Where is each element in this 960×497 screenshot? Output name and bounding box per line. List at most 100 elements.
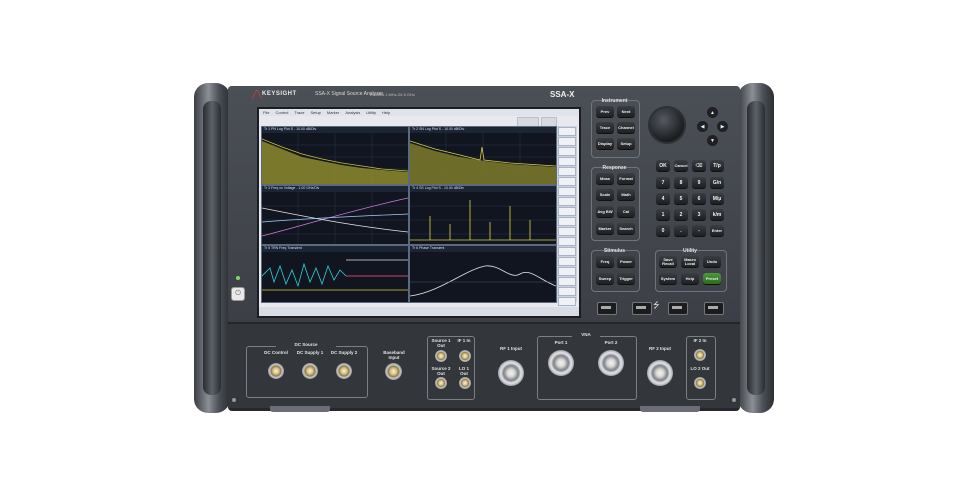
undo-button[interactable]: Undo [703,256,721,267]
arrow-left-icon[interactable]: ◀ [697,121,708,132]
save-recall-button[interactable]: Save Recall [659,256,677,267]
menu-item[interactable]: Trace [294,110,304,115]
power-button[interactable]: ⏻ [231,287,245,301]
preset-button[interactable]: Preset [703,273,721,284]
menu-item[interactable]: Help [382,110,390,115]
cal-button[interactable]: Cal [617,206,635,217]
backspace-key[interactable]: ⌫ [692,160,706,171]
softkey[interactable] [558,157,576,166]
rotary-knob[interactable] [650,108,684,142]
lo1-out-connector[interactable] [459,377,471,389]
trace-plot-3[interactable]: Tr 3 Freq vs Voltage - 1.00 GHz/Div [261,185,409,245]
key-7[interactable]: 7 [656,177,670,188]
format-button[interactable]: Format [617,173,635,184]
softkey[interactable] [558,257,576,266]
rf2-input-connector[interactable] [647,360,673,386]
marker-button[interactable]: Marker [596,223,614,234]
trace-plot-2[interactable]: Tr 2 SN Log Plot S - 10.00 dB/Div [409,126,557,185]
mega-micro-key[interactable]: M/μ [710,193,724,204]
sweep-button[interactable]: Sweep [596,273,614,284]
macro-local-button[interactable]: Macro Local [681,256,699,267]
display-button[interactable]: Display [596,138,614,149]
key-8[interactable]: 8 [674,177,688,188]
softkey[interactable] [558,287,576,296]
key-1[interactable]: 1 [656,209,670,220]
menu-item[interactable]: Marker [327,110,339,115]
source1-out-connector[interactable] [435,350,447,362]
enter-key[interactable]: Enter [710,225,724,236]
softkey[interactable] [558,207,576,216]
source2-out-connector[interactable] [435,377,447,389]
usb-port[interactable] [597,302,617,315]
softkey[interactable] [558,227,576,236]
softkey[interactable] [558,297,576,306]
key-3[interactable]: 3 [692,209,706,220]
menu-item[interactable]: Utility [366,110,376,115]
softkey[interactable] [558,247,576,256]
usb-port[interactable] [704,302,724,315]
arrow-right-icon[interactable]: ▶ [717,121,728,132]
key-5[interactable]: 5 [674,193,688,204]
trace-plot-6[interactable]: Tr 6 Phase Transient [409,245,557,303]
softkey[interactable] [558,147,576,156]
menu-item[interactable]: File [263,110,269,115]
trace-plot-5[interactable]: Tr 5 TRN Freq Transient [261,245,409,303]
usb-port[interactable] [632,302,652,315]
trigger-button[interactable]: Trigger [617,273,635,284]
key-4[interactable]: 4 [656,193,670,204]
search-button[interactable]: Search [617,223,635,234]
port1-connector[interactable] [548,350,574,376]
arrow-up-icon[interactable]: ▲ [707,107,718,118]
softkey[interactable] [558,267,576,276]
kilo-milli-key[interactable]: k/m [710,209,724,220]
key-6[interactable]: 6 [692,193,706,204]
usb-port[interactable] [668,302,688,315]
scale-button[interactable]: Scale [596,189,614,200]
softkey[interactable] [558,197,576,206]
softkey[interactable] [558,277,576,286]
key-2[interactable]: 2 [674,209,688,220]
setup-button[interactable]: Setup [617,138,635,149]
avg-bw-button[interactable]: Avg BW [596,206,614,217]
touch-screen[interactable]: File Control Trace Setup Marker Analysis… [257,107,581,318]
cancel-key[interactable]: Cancel [674,160,688,171]
minus-key[interactable]: - [692,225,706,236]
trace-plot-4[interactable]: Tr 4 SS Log Plot S - 10.00 dB/Div [409,185,557,245]
softkey[interactable] [558,177,576,186]
key-0[interactable]: 0 [656,225,670,236]
channel-button[interactable]: Channel [617,122,635,133]
lo2-out-connector[interactable] [694,377,706,389]
softkey[interactable] [558,187,576,196]
softkey[interactable] [558,167,576,176]
softkey[interactable] [558,217,576,226]
trace-plot-1[interactable]: Tr 1 PN Log Plot S - 10.00 dB/Div [261,126,409,185]
meas-button[interactable]: Meas [596,173,614,184]
freq-button[interactable]: Freq [596,256,614,267]
rf1-input-connector[interactable] [498,360,524,386]
key-9[interactable]: 9 [692,177,706,188]
dc-control-connector[interactable] [268,363,284,379]
tera-pico-key[interactable]: T/p [710,160,724,171]
softkey[interactable] [558,127,576,136]
next-button[interactable]: Next [617,106,635,117]
if2-in-connector[interactable] [694,349,706,361]
power-level-button[interactable]: Power [617,256,635,267]
help-button[interactable]: Help [681,273,699,284]
dc-supply1-connector[interactable] [302,363,318,379]
system-button[interactable]: System [659,273,677,284]
menu-item[interactable]: Setup [310,110,320,115]
dc-supply2-connector[interactable] [336,363,352,379]
math-button[interactable]: Math [617,189,635,200]
trace-button[interactable]: Trace [596,122,614,133]
decimal-key[interactable]: . [674,225,688,236]
port2-connector[interactable] [598,350,624,376]
softkey[interactable] [558,137,576,146]
menu-item[interactable]: Analysis [345,110,360,115]
giga-nano-key[interactable]: G/n [710,177,724,188]
menu-item[interactable]: Control [275,110,288,115]
prev-button[interactable]: Prev [596,106,614,117]
baseband-input-connector[interactable] [385,363,402,380]
ok-key[interactable]: OK [656,160,670,171]
softkey[interactable] [558,237,576,246]
arrow-down-icon[interactable]: ▼ [707,135,718,146]
